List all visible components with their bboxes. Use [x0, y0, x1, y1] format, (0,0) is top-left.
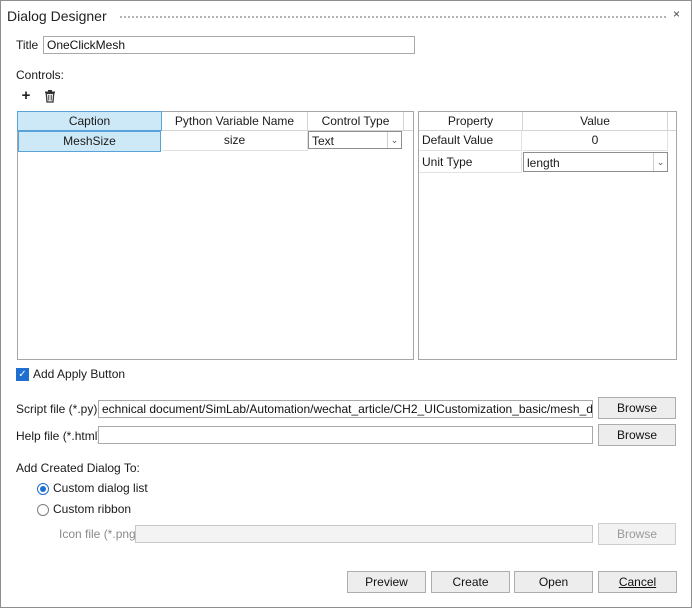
icon-browse-button: Browse [598, 523, 676, 545]
script-browse-button[interactable]: Browse [598, 397, 676, 419]
default-value-cell[interactable]: 0 [523, 131, 668, 151]
icon-file-input [135, 525, 593, 543]
chevron-down-icon[interactable]: ⌄ [653, 153, 667, 171]
column-header-python-variable[interactable]: Python Variable Name [162, 112, 308, 131]
plus-icon[interactable]: + [18, 88, 34, 104]
create-button[interactable]: Create [431, 571, 510, 593]
controls-table[interactable]: Caption Python Variable Name Control Typ… [17, 111, 414, 360]
script-file-label: Script file (*.py) [16, 402, 98, 416]
column-header-caption[interactable]: Caption [17, 111, 162, 131]
cancel-button[interactable]: Cancel [598, 571, 677, 593]
property-table[interactable]: Property Value Default Value 0 Unit Type… [418, 111, 677, 360]
title-bar[interactable]: Dialog Designer × [1, 1, 691, 31]
table-row[interactable]: Default Value 0 [419, 131, 676, 151]
unit-type-dropdown[interactable]: length ⌄ [523, 152, 668, 172]
add-apply-button-checkbox[interactable]: ✓ [16, 368, 29, 381]
caption-cell[interactable]: MeshSize [18, 131, 161, 152]
add-apply-button-label: Add Apply Button [33, 367, 126, 381]
title-input[interactable]: OneClickMesh [43, 36, 415, 54]
add-to-label: Add Created Dialog To: [16, 461, 140, 475]
column-header-property[interactable]: Property [419, 112, 523, 131]
dialog-designer-window: Dialog Designer × Title OneClickMesh Con… [0, 0, 692, 608]
help-browse-button[interactable]: Browse [598, 424, 676, 446]
table-row[interactable]: Unit Type length ⌄ [419, 152, 676, 173]
column-header-filler [668, 112, 676, 131]
column-header-filler [404, 112, 413, 131]
preview-button[interactable]: Preview [347, 571, 426, 593]
help-file-label: Help file (*.html) [16, 429, 102, 443]
unit-type-value: length [527, 156, 560, 170]
table-row[interactable]: MeshSize size Text ⌄ [18, 131, 413, 152]
close-icon[interactable]: × [673, 7, 680, 21]
variable-cell[interactable]: size [162, 131, 308, 151]
custom-ribbon-radio[interactable] [37, 504, 49, 516]
help-file-input[interactable] [98, 426, 593, 444]
script-file-input[interactable]: echnical document/SimLab/Automation/wech… [98, 400, 593, 418]
column-header-control-type[interactable]: Control Type [308, 112, 404, 131]
trash-icon[interactable] [43, 89, 57, 103]
property-name-cell: Unit Type [419, 152, 522, 173]
column-header-value[interactable]: Value [523, 112, 668, 131]
property-name-cell: Default Value [419, 131, 522, 151]
chevron-down-icon[interactable]: ⌄ [387, 132, 401, 148]
custom-dialog-list-radio[interactable] [37, 483, 49, 495]
open-button[interactable]: Open [514, 571, 593, 593]
title-bar-drag-grip[interactable] [119, 15, 667, 19]
controls-label: Controls: [16, 68, 65, 82]
window-title: Dialog Designer [7, 8, 107, 24]
custom-dialog-list-label: Custom dialog list [53, 481, 148, 495]
custom-ribbon-label: Custom ribbon [53, 502, 132, 516]
control-type-dropdown[interactable]: Text ⌄ [308, 131, 402, 149]
control-type-value: Text [312, 134, 335, 148]
title-label: Title [16, 38, 39, 52]
icon-file-label: Icon file (*.png) [59, 527, 140, 541]
